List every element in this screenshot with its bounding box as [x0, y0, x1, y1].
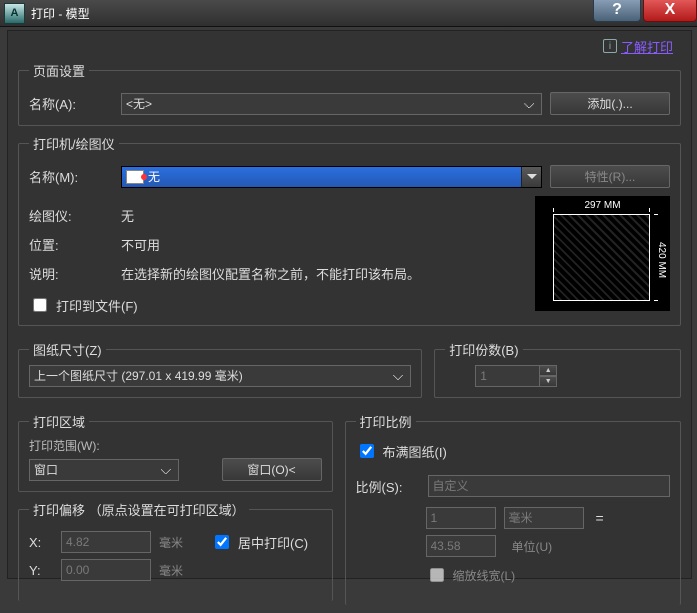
print-to-file-label: 打印到文件(F): [56, 296, 138, 315]
center-plot-checkbox[interactable]: 居中打印(C): [211, 532, 308, 552]
plotter-desc-value: 在选择新的绘图仪配置名称之前，不能打印该布局。: [121, 264, 517, 283]
equals-sign: =: [592, 510, 608, 526]
scale-drawing-unit-label: 单位(U): [512, 538, 553, 555]
scale-group: 打印比例 布满图纸(I) 比例(S): 自定义 毫米 = 单位(U): [345, 412, 682, 605]
window-title: 打印 - 模型: [31, 5, 90, 22]
plotter-name-select[interactable]: 无: [121, 166, 542, 188]
print-area-legend: 打印区域: [29, 412, 89, 431]
paper-size-group: 图纸尺寸(Z) 上一个图纸尺寸 (297.01 x 419.99 毫米): [18, 340, 422, 398]
scale-select[interactable]: 自定义: [428, 475, 671, 497]
window-pick-button[interactable]: 窗口(O)<: [222, 458, 322, 481]
offset-y-unit: 毫米: [159, 562, 183, 579]
plotter-name-label: 名称(M):: [29, 167, 113, 186]
page-setup-name-select[interactable]: <无>: [121, 93, 542, 115]
copies-down-button[interactable]: ▼: [539, 376, 557, 387]
fit-to-paper-checkbox[interactable]: 布满图纸(I): [356, 441, 447, 461]
plotter-name-value: 无: [148, 168, 160, 185]
learn-print-link[interactable]: 了解打印: [621, 37, 673, 56]
copies-legend: 打印份数(B): [445, 340, 522, 359]
info-icon: i: [603, 39, 617, 53]
chevron-down-icon[interactable]: [521, 167, 541, 187]
plotter-device-value: 无: [121, 206, 134, 225]
offset-group: 打印偏移 （原点设置在可打印区域） X: 毫米 居中打印(C) Y: 毫米: [18, 500, 333, 601]
scale-lineweights-label: 缩放线宽(L): [453, 567, 516, 584]
paper-size-legend: 图纸尺寸(Z): [29, 340, 106, 359]
print-area-group: 打印区域 打印范围(W): 窗口 窗口(O)<: [18, 412, 333, 492]
page-setup-legend: 页面设置: [29, 61, 89, 80]
plotter-location-label: 位置:: [29, 235, 113, 254]
paper-height-label: 420 MM: [656, 242, 667, 278]
scale-lineweights-input[interactable]: [430, 568, 444, 582]
copies-up-button[interactable]: ▲: [539, 365, 557, 376]
print-to-file-checkbox[interactable]: 打印到文件(F): [29, 295, 138, 315]
center-plot-label: 居中打印(C): [238, 533, 308, 552]
copies-group: 打印份数(B) ▲ ▼: [434, 340, 681, 398]
fit-to-paper-label: 布满图纸(I): [383, 442, 447, 461]
help-button[interactable]: ?: [593, 0, 641, 22]
print-range-label: 打印范围(W):: [29, 437, 322, 454]
copies-input[interactable]: [475, 365, 539, 387]
fit-to-paper-input[interactable]: [360, 444, 374, 458]
offset-x-unit: 毫米: [159, 534, 183, 551]
page-setup-name-label: 名称(A):: [29, 94, 113, 113]
scale-lineweights-checkbox[interactable]: 缩放线宽(L): [356, 565, 516, 585]
plotter-location-value: 不可用: [121, 235, 160, 254]
scale-unit-select[interactable]: 毫米: [504, 507, 584, 529]
app-icon: A: [4, 3, 25, 24]
offset-x-label: X:: [29, 535, 53, 550]
offset-y-input[interactable]: [61, 559, 151, 581]
plotter-device-label: 绘图仪:: [29, 206, 113, 225]
page-setup-add-button[interactable]: 添加(.)...: [550, 92, 670, 115]
plotter-properties-button[interactable]: 特性(R)...: [550, 165, 670, 188]
printer-icon: [126, 170, 144, 184]
offset-legend: 打印偏移 （原点设置在可打印区域）: [29, 500, 249, 519]
scale-drawing-value-input[interactable]: [426, 535, 496, 557]
learn-row: i 了解打印: [18, 37, 681, 55]
offset-x-input[interactable]: [61, 531, 151, 553]
dialog-client: i 了解打印 页面设置 名称(A): <无> 添加(.)... 打印机/绘图仪 …: [7, 30, 692, 579]
plotter-legend: 打印机/绘图仪: [29, 134, 119, 153]
paper-preview: 297 MM 420 MM: [535, 196, 670, 311]
plotter-desc-label: 说明:: [29, 264, 113, 283]
close-button[interactable]: X: [643, 0, 697, 22]
scale-legend: 打印比例: [356, 412, 416, 431]
plotter-group: 打印机/绘图仪 名称(M): 无 特性(R)... 绘图仪: 无 位置: 不可用: [18, 134, 681, 326]
center-plot-input[interactable]: [215, 535, 229, 549]
window-controls: ? X: [593, 0, 697, 22]
paper-size-select[interactable]: 上一个图纸尺寸 (297.01 x 419.99 毫米): [29, 365, 411, 387]
scale-label: 比例(S):: [356, 477, 420, 496]
title-bar: A 打印 - 模型 ? X: [0, 0, 697, 27]
page-setup-group: 页面设置 名称(A): <无> 添加(.)...: [18, 61, 681, 126]
scale-unit-value-input[interactable]: [426, 507, 496, 529]
offset-y-label: Y:: [29, 563, 53, 578]
print-range-select[interactable]: 窗口: [29, 459, 179, 481]
print-to-file-input[interactable]: [33, 298, 47, 312]
